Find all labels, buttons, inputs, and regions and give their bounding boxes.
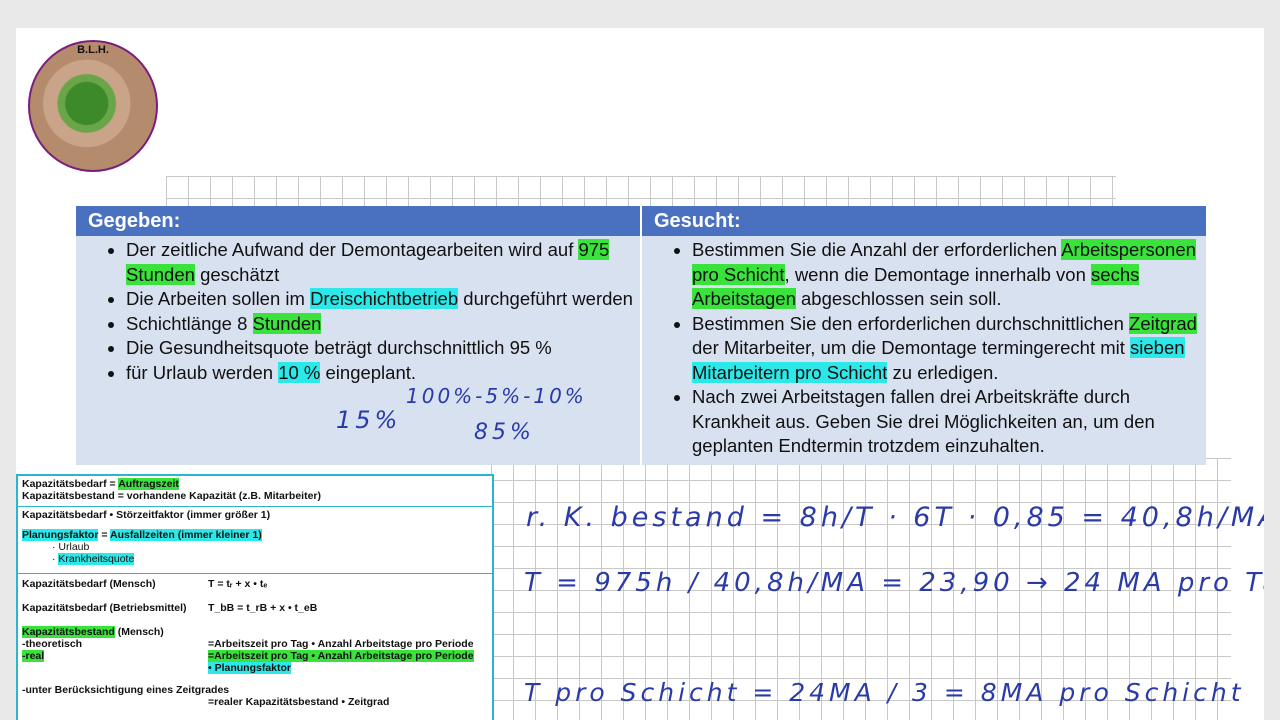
notes-section-2: Kapazitätsbedarf • Störzeitfaktor (immer…: [18, 507, 492, 574]
handwriting-calc-1: r. K. bestand = 8h/T · 6T · 0,85 = 40,8h…: [526, 502, 1264, 533]
logo-text: B.L.H.: [77, 44, 109, 56]
gegeben-header: Gegeben:: [76, 206, 641, 236]
notes-section-3: Kapazitätsbedarf (Mensch) T = tᵣ + x • tₑ…: [22, 578, 474, 708]
clover-logo: B.L.H.: [28, 40, 158, 172]
notes-section-1: Kapazitätsbedarf = Auftragszeit Kapazitä…: [18, 476, 492, 507]
gesucht-item: Bestimmen Sie den erforderlichen durchsc…: [692, 312, 1206, 386]
document-page: B.L.H. Gegeben: Gesucht: Der zeitliche A…: [16, 28, 1264, 720]
handwriting-calc-2: T = 975h / 40,8h/MA = 23,90 → 24 MA pro …: [524, 568, 1264, 598]
handwriting-calc-3: T pro Schicht = 24MA / 3 = 8MA pro Schic…: [524, 678, 1245, 707]
gegeben-item: Schichtlänge 8 Stunden: [126, 312, 640, 337]
gesucht-header: Gesucht:: [640, 206, 1206, 236]
grid-paper-top: [166, 176, 1116, 206]
handwriting-15: 15%: [336, 406, 402, 434]
handwriting-percent: 100%-5%-10%: [406, 384, 587, 408]
gegeben-item: Die Gesundheitsquote beträgt durchschnit…: [126, 336, 640, 361]
gesucht-cell: Bestimmen Sie die Anzahl der erforderlic…: [640, 236, 1206, 465]
task-table: Gegeben: Gesucht: Der zeitliche Aufwand …: [76, 206, 1206, 465]
formula-notes: Kapazitätsbedarf = Auftragszeit Kapazitä…: [16, 474, 494, 720]
gegeben-item: Der zeitliche Aufwand der Demontagearbei…: [126, 238, 640, 287]
gesucht-item: Bestimmen Sie die Anzahl der erforderlic…: [692, 238, 1206, 312]
gegeben-item: Die Arbeiten sollen im Dreischichtbetrie…: [126, 287, 640, 312]
gegeben-item: für Urlaub werden 10 % eingeplant.: [126, 361, 640, 386]
handwriting-85: 85%: [474, 420, 535, 445]
gesucht-item: Nach zwei Arbeitstagen fallen drei Arbei…: [692, 385, 1206, 459]
